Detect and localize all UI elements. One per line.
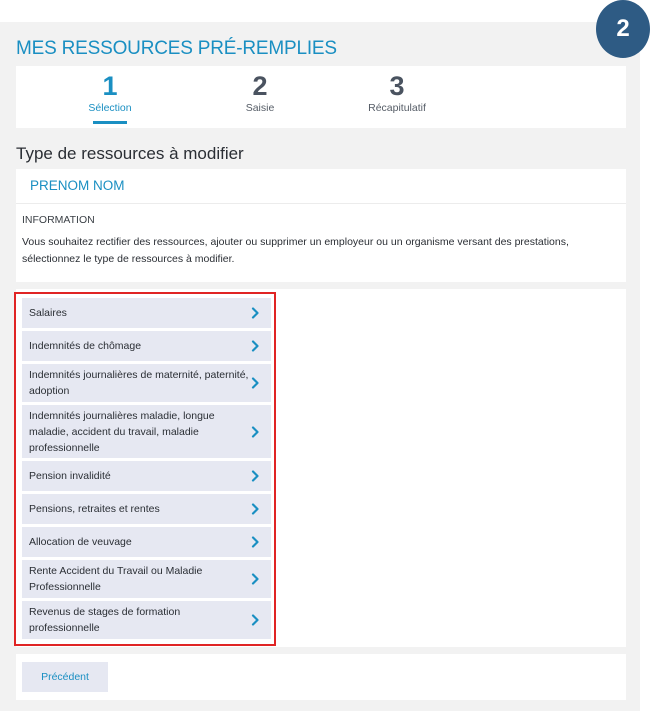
step-number: 3 xyxy=(389,71,405,101)
resource-item-label: Indemnités journalières maladie, longue … xyxy=(29,409,215,454)
chevron-right-icon xyxy=(251,614,259,626)
resource-item-stages[interactable]: Revenus de stages de formation professio… xyxy=(22,601,271,639)
resource-item-label: Pension invalidité xyxy=(29,470,111,482)
chevron-right-icon xyxy=(251,573,259,585)
chevron-right-icon xyxy=(251,503,259,515)
resource-item-maladie[interactable]: Indemnités journalières maladie, longue … xyxy=(22,405,271,458)
person-card: PRENOM NOM INFORMATION Vous souhaitez re… xyxy=(16,169,626,282)
resource-item-salaires[interactable]: Salaires xyxy=(22,298,271,328)
resource-type-list: Salaires Indemnités de chômage Indemnité… xyxy=(22,298,271,642)
active-step-indicator xyxy=(93,121,127,124)
previous-button[interactable]: Précédent xyxy=(22,662,108,692)
person-name: PRENOM NOM xyxy=(16,169,626,204)
resource-item-label: Allocation de veuvage xyxy=(29,536,132,548)
chevron-right-icon xyxy=(251,307,259,319)
step-number: 1 xyxy=(102,71,118,101)
resource-item-veuvage[interactable]: Allocation de veuvage xyxy=(22,527,271,557)
resource-item-label: Rente Accident du Travail ou Maladie Pro… xyxy=(29,565,203,593)
info-heading: INFORMATION xyxy=(22,214,95,226)
step-number-badge: 2 xyxy=(596,0,650,58)
step-label: Récapitulatif xyxy=(368,102,426,114)
resource-item-label: Salaires xyxy=(29,307,67,319)
resource-item-label: Revenus de stages de formation professio… xyxy=(29,606,181,634)
resource-item-pensions[interactable]: Pensions, retraites et rentes xyxy=(22,494,271,524)
resource-item-chomage[interactable]: Indemnités de chômage xyxy=(22,331,271,361)
stepper: 1 Sélection 2 Saisie 3 Récapitulatif xyxy=(16,66,626,128)
step-selection[interactable]: 1 Sélection xyxy=(50,72,170,124)
resource-item-label: Pensions, retraites et rentes xyxy=(29,503,160,515)
step-label: Saisie xyxy=(245,102,275,114)
step-label: Sélection xyxy=(88,102,132,114)
footer-card: Précédent xyxy=(16,654,626,700)
info-text: Vous souhaitez rectifier des ressources,… xyxy=(22,236,569,265)
resource-item-invalidite[interactable]: Pension invalidité xyxy=(22,461,271,491)
resource-item-maternite[interactable]: Indemnités journalières de maternité, pa… xyxy=(22,364,271,402)
chevron-right-icon xyxy=(251,470,259,482)
chevron-right-icon xyxy=(251,377,259,389)
resource-item-rente-at[interactable]: Rente Accident du Travail ou Maladie Pro… xyxy=(22,560,271,598)
resource-item-label: Indemnités de chômage xyxy=(29,340,142,352)
resource-item-label: Indemnités journalières de maternité, pa… xyxy=(29,369,249,397)
page-title: MES RESSOURCES PRÉ-REMPLIES xyxy=(16,38,337,59)
section-title: Type de ressources à modifier xyxy=(16,144,244,163)
chevron-right-icon xyxy=(251,340,259,352)
step-recapitulatif[interactable]: 3 Récapitulatif xyxy=(337,72,457,114)
chevron-right-icon xyxy=(251,425,259,438)
chevron-right-icon xyxy=(251,536,259,548)
step-number: 2 xyxy=(252,71,268,101)
step-saisie[interactable]: 2 Saisie xyxy=(200,72,320,114)
